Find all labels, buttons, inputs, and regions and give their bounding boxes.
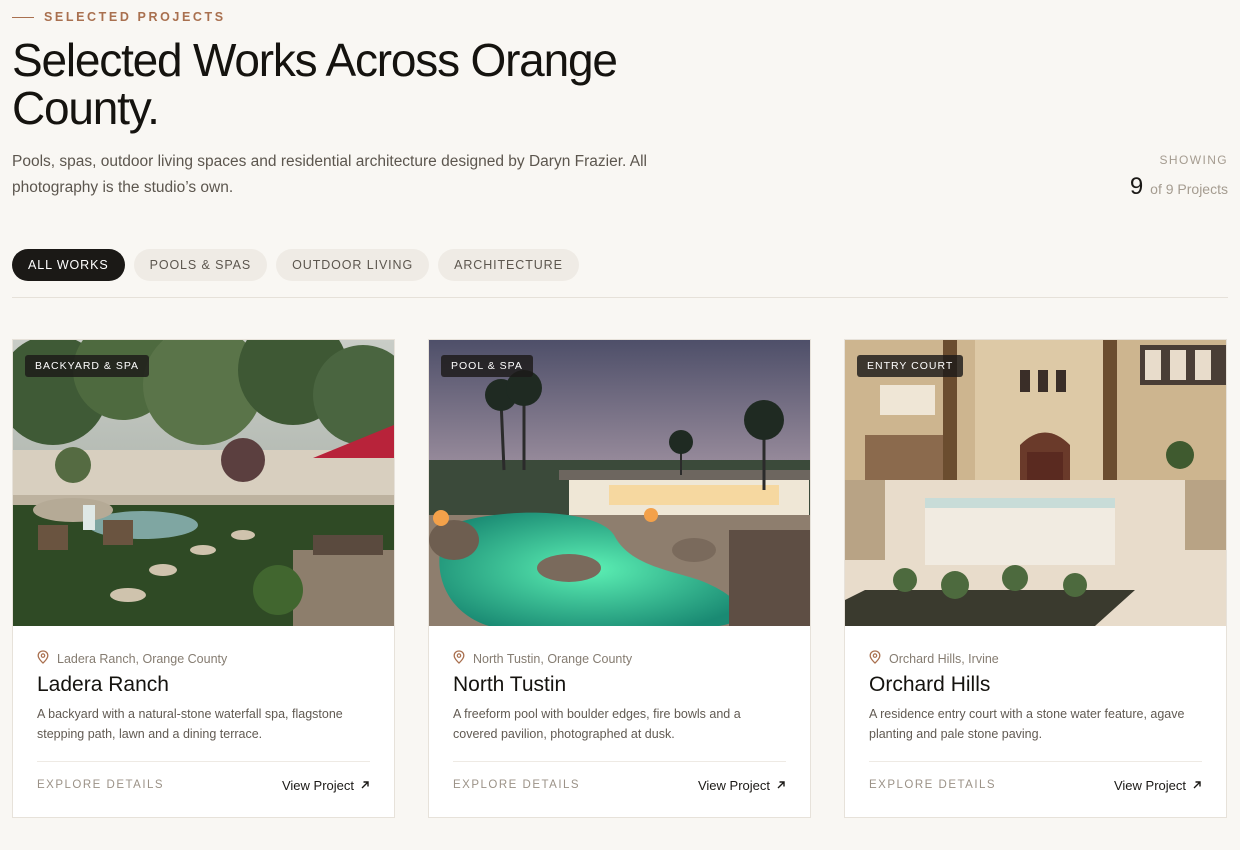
project-location-text: Ladera Ranch, Orange County [57,651,228,666]
filter-all-works[interactable]: ALL WORKS [12,249,125,281]
filter-divider [12,297,1228,298]
view-project-label: View Project [1113,778,1186,793]
page-title: Selected Works Across Orange County. [12,34,618,134]
project-description: A residence entry court with a stone wat… [869,707,1185,741]
view-project-label: View Project [281,778,354,793]
card-divider [453,761,786,762]
project-category-tag: ENTRY COURT [857,355,964,377]
project-card-north-tustin[interactable]: POOL & SPA North Tustin, Orange County N… [428,339,811,818]
arrow-up-right-icon [776,778,786,793]
project-category-tag: POOL & SPA [441,355,533,377]
view-project-link[interactable]: View Project [698,778,786,793]
explore-details-label: EXPLORE DETAILS [453,779,581,791]
project-count: SHOWING 9 of 9 Projects [1130,153,1228,201]
project-category-tag: BACKYARD & SPA [25,355,150,377]
map-pin-icon [869,650,881,667]
project-location: Ladera Ranch, Orange County [37,650,227,667]
view-project-label: View Project [697,778,770,793]
project-location: North Tustin, Orange County [453,650,632,667]
section-description: Pools, spas, outdoor living spaces and r… [12,153,647,196]
project-location-text: Orchard Hills, Irvine [889,651,999,666]
project-photo[interactable]: ENTRY COURT [845,340,1226,626]
project-title: Ladera Ranch [37,673,169,696]
filter-outdoor-living[interactable]: OUTDOOR LIVING [276,249,430,281]
showing-count: 9 [1129,173,1144,200]
arrow-up-right-icon [1192,778,1202,793]
filter-bar: ALL WORKS POOLS & SPAS OUTDOOR LIVING AR… [12,249,579,281]
showing-label: SHOWING [1159,153,1228,167]
eyebrow-text: SELECTED PROJECTS [44,10,226,24]
filter-pools-spas[interactable]: POOLS & SPAS [133,249,268,281]
eyebrow-line [12,16,34,18]
arrow-up-right-icon [360,778,370,793]
showing-total: of 9 Projects [1150,181,1228,197]
project-description: A freeform pool with boulder edges, fire… [453,707,741,741]
project-title: Orchard Hills [869,673,991,696]
project-photo[interactable]: BACKYARD & SPA [13,340,394,626]
view-project-link[interactable]: View Project [282,778,370,793]
view-project-link[interactable]: View Project [1114,778,1202,793]
project-photo[interactable]: POOL & SPA [429,340,810,626]
project-location: Orchard Hills, Irvine [869,650,999,667]
card-divider [869,761,1202,762]
project-location-text: North Tustin, Orange County [473,651,633,666]
section-eyebrow: SELECTED PROJECTS [12,10,226,24]
explore-details-label: EXPLORE DETAILS [37,779,165,791]
project-card-orchard-hills[interactable]: ENTRY COURT Orchard Hills, Irvine Orchar… [844,339,1227,818]
map-pin-icon [37,650,49,667]
project-card-ladera-ranch[interactable]: BACKYARD & SPA Ladera Ranch, Orange Coun… [12,339,395,818]
map-pin-icon [453,650,465,667]
explore-details-label: EXPLORE DETAILS [869,779,997,791]
project-description: A backyard with a natural-stone waterfal… [37,707,343,741]
card-divider [37,761,370,762]
filter-architecture[interactable]: ARCHITECTURE [438,249,579,281]
project-title: North Tustin [453,673,567,696]
